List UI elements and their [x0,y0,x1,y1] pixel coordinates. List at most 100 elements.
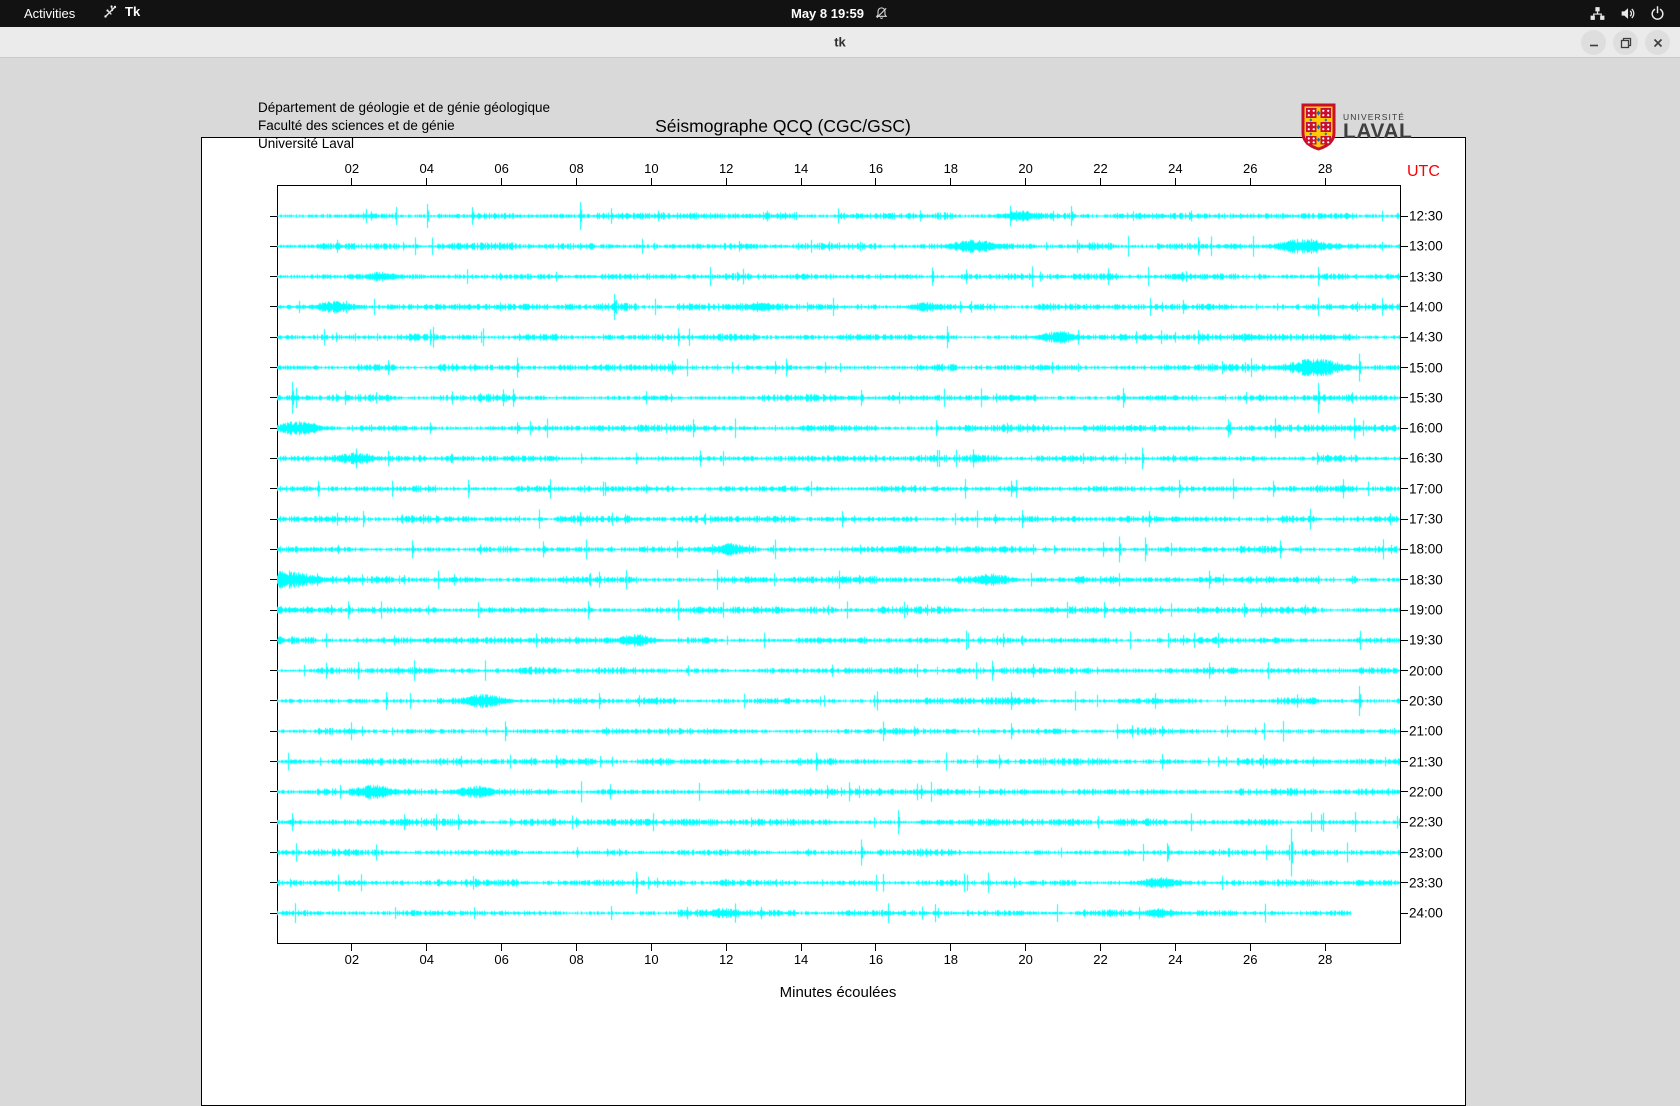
row-tick-left [270,670,277,672]
header-line-3: Université Laval [258,136,355,151]
x-tick-label-top: 02 [344,161,360,176]
row-tick-right [1401,457,1408,459]
utc-time-label: 22:30 [1409,814,1443,830]
x-tick-bottom [650,944,652,951]
row-tick-right [1401,336,1408,338]
row-tick-right [1401,670,1408,672]
x-tick-top [800,178,802,185]
row-tick-left [270,245,277,247]
x-tick-label-bottom: 10 [644,952,659,967]
x-tick-label-top: 12 [718,161,734,176]
x-tick-label-bottom: 22 [1093,952,1108,967]
x-tick-label-top: 08 [569,161,584,176]
row-tick-right [1401,912,1408,914]
row-tick-left [270,397,277,399]
clock-menu[interactable]: May 8 19:59 [791,0,889,27]
row-tick-right [1401,215,1408,217]
x-tick-top [1100,178,1102,185]
x-tick-label-bottom: 26 [1243,952,1258,967]
row-tick-left [270,700,277,702]
utc-time-label: 16:00 [1409,420,1443,436]
x-tick-bottom [351,944,353,951]
row-tick-left [270,639,277,641]
row-tick-left [270,548,277,550]
laval-shield-icon [1301,103,1336,151]
row-tick-left [270,336,277,338]
x-tick-label-bottom: 18 [943,952,959,967]
row-tick-right [1401,609,1408,611]
row-tick-left [270,852,277,853]
focused-app-name: Tk [125,4,141,19]
row-tick-left [270,518,277,520]
x-tick-label-bottom: 02 [344,952,360,967]
row-tick-left [270,761,277,763]
x-tick-label-top: 28 [1317,161,1333,176]
activities-button[interactable]: Activities [14,4,85,23]
department-header: Département de géologie et de génie géol… [258,99,550,153]
row-tick-left [270,457,277,459]
x-tick-label-bottom: 04 [419,952,434,967]
tk-icon [103,4,118,19]
x-tick-label-top: 06 [494,161,509,176]
x-tick-label-top: 16 [868,161,884,176]
utc-time-label: 21:00 [1409,723,1443,739]
utc-time-label: 18:30 [1409,572,1443,588]
row-tick-right [1401,730,1408,732]
x-tick-label-top: 22 [1093,161,1108,176]
utc-time-label: 23:00 [1409,845,1443,860]
volume-icon [1619,5,1636,22]
row-tick-right [1401,488,1408,490]
minimize-button[interactable] [1581,30,1606,55]
row-tick-right [1401,761,1408,763]
seismogram-traces [277,185,1400,943]
x-tick-top [725,178,727,185]
x-tick-top [1324,178,1326,185]
x-tick-label-top: 20 [1018,161,1033,176]
row-tick-right [1401,821,1408,823]
utc-time-label: 19:30 [1409,632,1443,648]
utc-time-label: 13:30 [1409,269,1443,285]
x-tick-label-bottom: 16 [868,952,884,967]
universite-laval-logo: UNIVERSITÉ LAVAL [1301,103,1412,151]
utc-time-label: 24:00 [1409,905,1443,921]
row-tick-left [270,579,277,581]
power-icon [1649,5,1666,22]
utc-time-label: 14:00 [1409,299,1443,315]
x-tick-top [575,178,577,185]
row-tick-left [270,821,277,823]
x-tick-label-bottom: 06 [494,952,509,967]
row-tick-right [1401,245,1408,247]
window-titlebar[interactable]: tk [0,27,1680,58]
x-tick-top [875,178,877,185]
maximize-button[interactable] [1613,30,1638,55]
x-tick-label-bottom: 14 [793,952,809,967]
x-tick-top [1025,178,1027,185]
logo-laval-label: LAVAL [1343,120,1413,143]
close-button[interactable] [1645,30,1670,55]
row-tick-left [270,306,277,308]
row-tick-right [1401,548,1408,550]
utc-time-label: 19:00 [1409,602,1443,618]
x-tick-label-bottom: 28 [1317,952,1333,967]
row-tick-right [1401,791,1408,793]
utc-label: UTC [1407,163,1440,180]
x-tick-bottom [1025,944,1027,951]
laval-logo-text: UNIVERSITÉ LAVAL [1343,103,1412,151]
header-line-1: Département de géologie et de génie géol… [258,100,550,115]
x-tick-label-bottom: 24 [1168,952,1183,967]
chart-title: Séismographe QCQ (CGC/GSC) [655,116,911,136]
network-wired-icon [1589,5,1606,22]
row-tick-right [1401,639,1408,641]
x-tick-top [426,178,428,185]
x-tick-label-top: 10 [644,161,659,176]
utc-time-label: 17:00 [1409,481,1443,497]
utc-time-label: 13:00 [1409,238,1443,254]
x-tick-top [950,178,952,185]
system-status-area[interactable] [1589,0,1666,27]
row-tick-right [1401,518,1408,520]
x-tick-bottom [1100,944,1102,951]
x-tick-top [1174,178,1176,185]
focused-app-menu[interactable]: Tk [103,4,140,19]
x-tick-label-top: 24 [1168,161,1183,176]
x-tick-label-top: 14 [793,161,809,176]
